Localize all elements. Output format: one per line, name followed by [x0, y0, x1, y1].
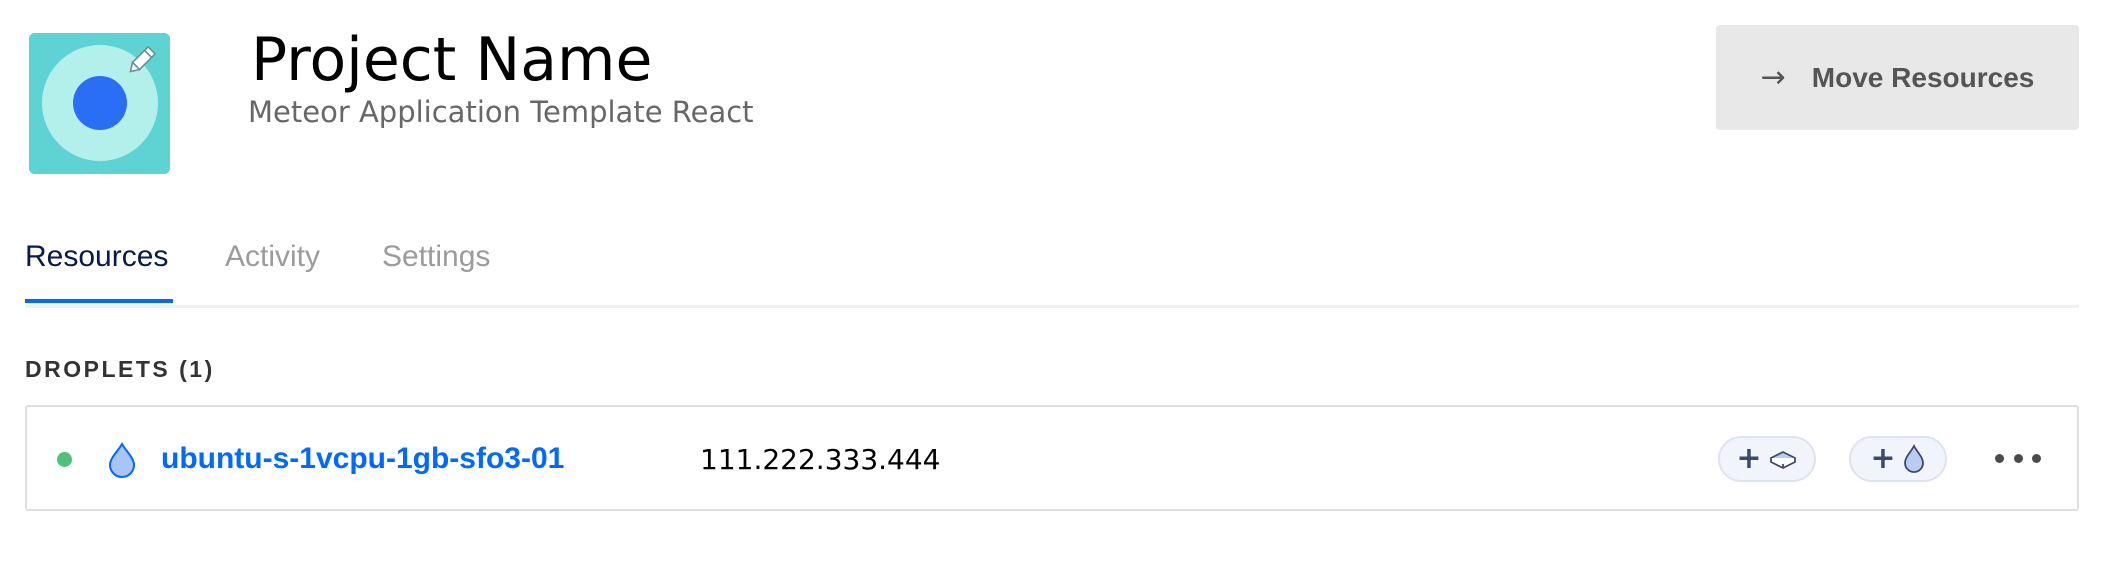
tab-settings[interactable]: Settings — [382, 237, 490, 277]
droplet-icon — [107, 441, 137, 478]
move-resources-label: Move Resources — [1811, 61, 2035, 93]
droplet-row: ubuntu-s-1vcpu-1gb-sfo3-01 111.222.333.4… — [25, 405, 2079, 511]
plus-label: + — [1736, 441, 1762, 476]
more-horizontal-icon[interactable] — [1995, 443, 2041, 473]
add-droplet-button[interactable]: + — [1849, 436, 1947, 482]
tab-activity[interactable]: Activity — [225, 237, 320, 277]
project-page: Project Name Meteor Application Template… — [0, 0, 2102, 571]
droplet-ip-address: 111.222.333.444 — [700, 443, 941, 476]
plus-label: + — [1870, 441, 1896, 476]
project-title: Project Name — [251, 25, 653, 95]
droplet-icon — [1903, 444, 1924, 473]
active-tab-indicator — [25, 299, 173, 303]
arrow-right-icon: → — [1760, 60, 1786, 95]
move-resources-button[interactable]: → Move Resources — [1716, 25, 2079, 130]
tab-bar: Resources Activity Settings — [25, 225, 2079, 308]
project-description: Meteor Application Template React — [248, 95, 754, 129]
volume-icon — [1769, 451, 1796, 469]
status-indicator — [57, 452, 72, 467]
tab-resources[interactable]: Resources — [25, 237, 168, 277]
droplet-name-link[interactable]: ubuntu-s-1vcpu-1gb-sfo3-01 — [161, 439, 564, 479]
add-volume-button[interactable]: + — [1718, 436, 1816, 482]
pencil-icon[interactable] — [124, 44, 158, 78]
droplets-section-label: DROPLETS (1) — [25, 356, 215, 382]
